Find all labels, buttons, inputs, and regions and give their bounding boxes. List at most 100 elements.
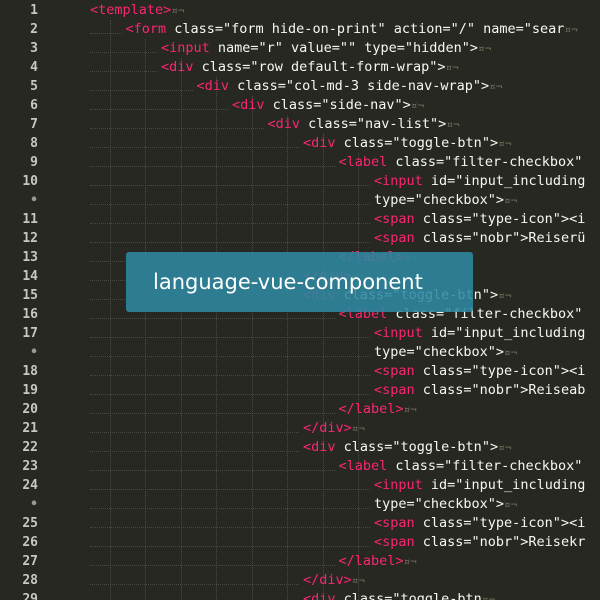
tag-token: <span xyxy=(374,382,415,398)
attribute-token: class="filter-checkbox" xyxy=(387,458,583,474)
tag-token: <div xyxy=(303,591,336,600)
eol-marker: ¤¬ xyxy=(403,403,417,416)
tag-token: <input xyxy=(161,40,210,56)
line-number: 13 xyxy=(22,250,38,265)
code-text: <input id="input_including xyxy=(374,324,585,343)
code-text: </div>¤¬ xyxy=(303,571,365,590)
code-text: <div class="row default-form-wrap">¤¬ xyxy=(161,58,459,77)
attribute-token: class="toggle-btn xyxy=(335,591,482,600)
whitespace-dots xyxy=(90,546,335,566)
attribute-token: class="filter-checkbox" xyxy=(387,154,583,170)
line-number: 21 xyxy=(22,421,38,436)
whitespace-dots xyxy=(90,356,370,376)
attribute-token: class="side-nav"> xyxy=(264,97,411,113)
line-number: 1 xyxy=(30,3,38,18)
whitespace-dots xyxy=(90,375,370,395)
code-text: <input id="input_including xyxy=(374,476,585,495)
whitespace-dots xyxy=(90,584,299,600)
line-number: 24 xyxy=(22,478,38,493)
eol-marker: ¤¬ xyxy=(504,194,518,207)
tag-token: </label> xyxy=(338,553,404,569)
whitespace-dots xyxy=(90,33,157,53)
eol-marker: ¤¬ xyxy=(351,574,366,587)
whitespace-dots xyxy=(90,508,370,528)
attribute-token: class="nobr">Reiserü xyxy=(414,230,586,246)
tag-token: <span xyxy=(374,534,415,550)
tag-token: </div> xyxy=(303,420,352,436)
line-number: 2 xyxy=(30,22,38,37)
line-number: 29 xyxy=(22,592,38,600)
line-number: 27 xyxy=(22,554,38,569)
whitespace-dots xyxy=(90,147,335,167)
language-popup: language-vue-component xyxy=(126,252,473,312)
code-line[interactable]: 29 <div class="toggle-btn¤¬ xyxy=(0,590,600,600)
attribute-token: class="nobr">Reisekr xyxy=(414,534,586,550)
code-text: </div>¤¬ xyxy=(303,419,365,438)
attribute-token: class="toggle-btn"> xyxy=(335,439,499,455)
whitespace-dots xyxy=(90,52,157,72)
tag-token: <span xyxy=(374,230,415,246)
code-text: <form class="form hide-on-print" action=… xyxy=(126,20,578,39)
eol-marker: ¤¬ xyxy=(351,422,366,435)
tag-token: <input xyxy=(374,173,423,189)
line-number: 3 xyxy=(30,41,38,56)
eol-marker: ¤¬ xyxy=(478,42,492,55)
whitespace-dots xyxy=(90,470,370,490)
line-number: 22 xyxy=(22,440,38,455)
whitespace-dots xyxy=(90,109,264,129)
tag-token: </div> xyxy=(303,572,352,588)
whitespace-dots xyxy=(90,337,370,357)
whitespace-dots xyxy=(90,451,335,471)
eol-marker: ¤¬ xyxy=(489,80,503,93)
whitespace-dots xyxy=(90,413,299,433)
code-text: <div class="toggle-btn¤¬ xyxy=(303,590,495,600)
code-text: type="checkbox">¤¬ xyxy=(374,191,517,210)
code-text: <span class="nobr">Reiseab xyxy=(374,381,585,400)
line-number: 6 xyxy=(30,98,38,113)
whitespace-dots xyxy=(90,166,370,186)
eol-marker: ¤¬ xyxy=(498,289,512,302)
whitespace-dots xyxy=(90,318,370,338)
line-number: • xyxy=(30,345,38,360)
line-number: 8 xyxy=(30,136,38,151)
eol-marker: ¤¬ xyxy=(498,441,512,454)
attribute-token: class="toggle-btn"> xyxy=(335,135,499,151)
whitespace-dots xyxy=(90,565,299,585)
attribute-token: id="input_including xyxy=(422,173,586,189)
whitespace-dots xyxy=(90,14,122,34)
eol-marker: ¤¬ xyxy=(498,137,512,150)
tag-token: <span xyxy=(374,515,415,531)
line-number: 18 xyxy=(22,364,38,379)
tag-token: <input xyxy=(374,325,423,341)
line-number: 11 xyxy=(22,212,38,227)
whitespace-dots xyxy=(90,432,299,452)
attribute-token: class="type-icon"><i xyxy=(414,211,586,227)
line-number: 26 xyxy=(22,535,38,550)
line-number: 17 xyxy=(22,326,38,341)
line-number: 23 xyxy=(22,459,38,474)
line-number: 20 xyxy=(22,402,38,417)
code-text: <span class="type-icon"><i xyxy=(374,514,585,533)
whitespace-dots xyxy=(90,527,370,547)
code-text: <input name="r" value="" type="hidden">¤… xyxy=(161,39,491,58)
line-number: 9 xyxy=(30,155,38,170)
line-number: • xyxy=(30,497,38,512)
code-text: type="checkbox">¤¬ xyxy=(374,343,517,362)
eol-marker: ¤¬ xyxy=(446,118,460,131)
code-text: <span class="nobr">Reisekr xyxy=(374,533,585,552)
attribute-token: id="input_including xyxy=(422,325,586,341)
whitespace-dots xyxy=(90,204,370,224)
attribute-token: type="checkbox"> xyxy=(374,496,505,512)
eol-marker: ¤¬ xyxy=(504,346,518,359)
whitespace-dots xyxy=(90,185,370,205)
tag-token: <span xyxy=(374,211,415,227)
code-text: <input id="input_including xyxy=(374,172,585,191)
tag-token: <input xyxy=(374,477,423,493)
attribute-token: class="type-icon"><i xyxy=(414,515,586,531)
line-number: 12 xyxy=(22,231,38,246)
attribute-token: class="nav-list"> xyxy=(300,116,447,132)
code-text: type="checkbox">¤¬ xyxy=(374,495,517,514)
line-number: 14 xyxy=(22,269,38,284)
whitespace-dots xyxy=(90,128,299,148)
tag-token: </label> xyxy=(338,401,404,417)
